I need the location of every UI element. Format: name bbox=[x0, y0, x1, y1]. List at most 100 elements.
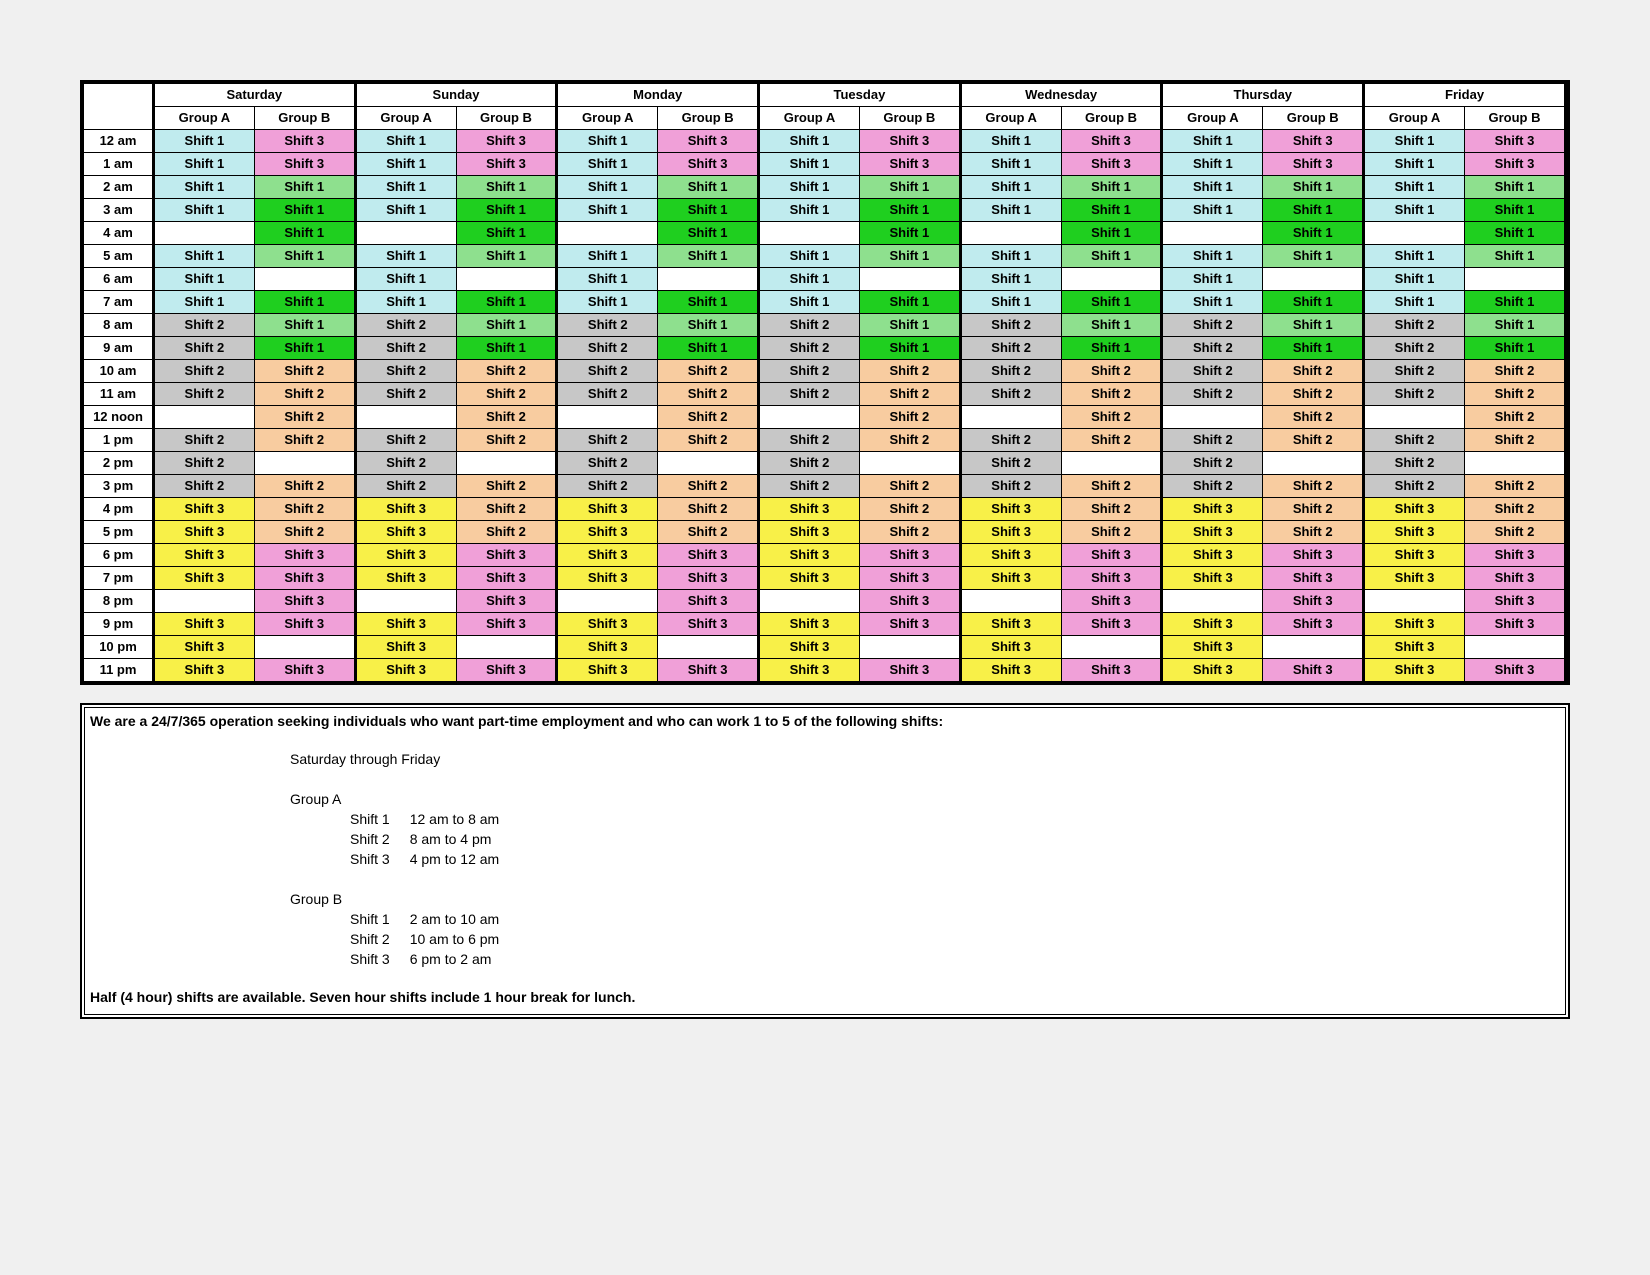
time-label: 8 pm bbox=[84, 590, 154, 613]
shift-cell: Shift 1 bbox=[1162, 291, 1263, 314]
shift-cell: Shift 2 bbox=[859, 475, 960, 498]
shift-cell: Shift 2 bbox=[859, 521, 960, 544]
shift-cell: Shift 2 bbox=[1061, 383, 1162, 406]
desc-shift: Shift 2 bbox=[350, 829, 410, 849]
shift-cell: Shift 3 bbox=[759, 567, 860, 590]
shift-cell: Shift 1 bbox=[759, 268, 860, 291]
shift-cell: Shift 3 bbox=[1162, 544, 1263, 567]
shift-cell: Shift 3 bbox=[154, 498, 255, 521]
shift-cell: Shift 1 bbox=[557, 291, 658, 314]
shift-cell: Shift 3 bbox=[1061, 130, 1162, 153]
group-header: Group A bbox=[154, 107, 255, 130]
shift-cell: Shift 2 bbox=[759, 314, 860, 337]
shift-cell: Shift 2 bbox=[859, 383, 960, 406]
shift-cell: Shift 3 bbox=[859, 613, 960, 636]
shift-cell: Shift 1 bbox=[960, 245, 1061, 268]
time-label: 2 pm bbox=[84, 452, 154, 475]
shift-cell: Shift 2 bbox=[1061, 406, 1162, 429]
desc-groupA-label: Group A bbox=[290, 789, 1560, 809]
shift-cell: Shift 2 bbox=[254, 521, 355, 544]
shift-cell: Shift 2 bbox=[960, 314, 1061, 337]
group-header: Group A bbox=[960, 107, 1061, 130]
shift-cell: Shift 1 bbox=[759, 130, 860, 153]
shift-cell: Shift 1 bbox=[1162, 176, 1263, 199]
shift-cell: Shift 1 bbox=[1364, 176, 1465, 199]
shift-cell: Shift 2 bbox=[1263, 498, 1364, 521]
shift-cell: Shift 3 bbox=[859, 659, 960, 682]
shift-cell: Shift 1 bbox=[859, 222, 960, 245]
shift-cell bbox=[355, 406, 456, 429]
shift-cell: Shift 1 bbox=[1061, 337, 1162, 360]
time-label: 11 am bbox=[84, 383, 154, 406]
shift-cell: Shift 3 bbox=[456, 567, 557, 590]
time-label: 1 pm bbox=[84, 429, 154, 452]
shift-cell: Shift 2 bbox=[154, 475, 255, 498]
shift-cell: Shift 1 bbox=[355, 176, 456, 199]
shift-cell bbox=[557, 222, 658, 245]
shift-cell: Shift 2 bbox=[759, 452, 860, 475]
desc-shift: Shift 3 bbox=[350, 949, 410, 969]
shift-cell bbox=[759, 590, 860, 613]
shift-cell: Shift 1 bbox=[254, 222, 355, 245]
group-header: Group A bbox=[557, 107, 658, 130]
group-header: Group A bbox=[1162, 107, 1263, 130]
shift-cell: Shift 3 bbox=[859, 590, 960, 613]
shift-cell: Shift 2 bbox=[557, 452, 658, 475]
shift-cell: Shift 1 bbox=[1364, 130, 1465, 153]
shift-cell: Shift 1 bbox=[1464, 222, 1565, 245]
shift-cell: Shift 1 bbox=[960, 153, 1061, 176]
shift-cell: Shift 3 bbox=[1364, 521, 1465, 544]
time-label: 12 noon bbox=[84, 406, 154, 429]
shift-cell: Shift 1 bbox=[557, 268, 658, 291]
shift-cell: Shift 2 bbox=[1364, 475, 1465, 498]
shift-cell: Shift 1 bbox=[456, 199, 557, 222]
group-header: Group B bbox=[658, 107, 759, 130]
time-label: 12 am bbox=[84, 130, 154, 153]
shift-cell: Shift 2 bbox=[759, 429, 860, 452]
shift-cell: Shift 1 bbox=[254, 291, 355, 314]
shift-cell: Shift 3 bbox=[960, 544, 1061, 567]
desc-time: 2 am to 10 am bbox=[410, 909, 520, 929]
shift-cell: Shift 1 bbox=[154, 176, 255, 199]
day-header: Monday bbox=[557, 84, 759, 107]
shift-cell: Shift 3 bbox=[960, 567, 1061, 590]
shift-cell: Shift 1 bbox=[1061, 291, 1162, 314]
shift-cell bbox=[1162, 590, 1263, 613]
shift-cell: Shift 1 bbox=[1464, 199, 1565, 222]
shift-cell: Shift 1 bbox=[456, 222, 557, 245]
shift-cell: Shift 2 bbox=[254, 498, 355, 521]
shift-cell: Shift 2 bbox=[1263, 406, 1364, 429]
shift-cell: Shift 2 bbox=[960, 360, 1061, 383]
shift-cell bbox=[759, 406, 860, 429]
shift-cell: Shift 1 bbox=[154, 245, 255, 268]
shift-cell: Shift 2 bbox=[154, 383, 255, 406]
group-header: Group A bbox=[355, 107, 456, 130]
shift-cell: Shift 2 bbox=[1364, 383, 1465, 406]
group-header: Group A bbox=[1364, 107, 1465, 130]
shift-cell: Shift 1 bbox=[254, 314, 355, 337]
shift-cell: Shift 3 bbox=[1263, 544, 1364, 567]
time-label: 11 pm bbox=[84, 659, 154, 682]
shift-cell: Shift 2 bbox=[1061, 521, 1162, 544]
shift-cell: Shift 2 bbox=[456, 475, 557, 498]
shift-cell: Shift 3 bbox=[1464, 590, 1565, 613]
shift-cell bbox=[1162, 406, 1263, 429]
shift-cell: Shift 3 bbox=[254, 130, 355, 153]
time-label: 6 am bbox=[84, 268, 154, 291]
shift-cell: Shift 2 bbox=[456, 429, 557, 452]
shift-cell: Shift 3 bbox=[557, 544, 658, 567]
shift-cell: Shift 2 bbox=[759, 383, 860, 406]
day-header: Wednesday bbox=[960, 84, 1162, 107]
shift-cell: Shift 2 bbox=[658, 498, 759, 521]
shift-cell: Shift 2 bbox=[1464, 383, 1565, 406]
desc-groupA-schedule: Shift 112 am to 8 amShift 28 am to 4 pmS… bbox=[350, 809, 519, 869]
shift-cell: Shift 3 bbox=[859, 130, 960, 153]
shift-cell: Shift 3 bbox=[456, 544, 557, 567]
shift-cell: Shift 2 bbox=[1162, 452, 1263, 475]
shift-cell bbox=[1364, 590, 1465, 613]
shift-cell: Shift 2 bbox=[254, 429, 355, 452]
shift-cell: Shift 3 bbox=[658, 153, 759, 176]
shift-cell: Shift 3 bbox=[1364, 636, 1465, 659]
shift-cell: Shift 1 bbox=[759, 199, 860, 222]
shift-cell bbox=[1061, 452, 1162, 475]
